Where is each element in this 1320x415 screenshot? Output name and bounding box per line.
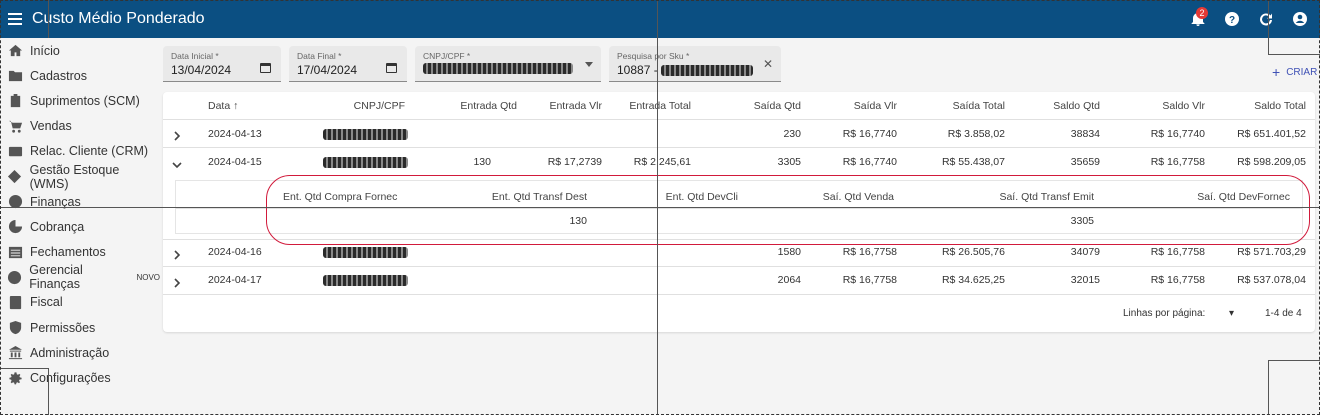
pie-icon <box>0 219 30 234</box>
clipboard-icon <box>0 93 30 108</box>
expand-row-icon[interactable] <box>172 275 182 288</box>
redacted-cnpj <box>323 157 408 168</box>
pagination-range: 1-4 de 4 <box>1265 308 1302 319</box>
collapse-row-icon[interactable] <box>172 157 182 169</box>
table-cell: 2024-04-13 <box>208 128 262 140</box>
calendar-icon[interactable] <box>260 63 271 73</box>
shield-icon <box>0 320 30 335</box>
svg-text:?: ? <box>1229 15 1235 26</box>
menu-icon[interactable] <box>0 0 30 38</box>
col-header-saldo-qtd[interactable]: Saldo Qtd <box>1053 100 1100 112</box>
filter-bar: Data Inicial * 13/04/2024 Data Final * 1… <box>163 46 781 82</box>
sidebar-item-fechamentos[interactable]: Fechamentos <box>0 240 160 265</box>
chevron-down-icon[interactable] <box>585 62 593 67</box>
expand-row-icon[interactable] <box>172 247 182 260</box>
guide-line <box>48 0 49 38</box>
guide-line <box>0 368 48 369</box>
bank-icon <box>0 345 30 360</box>
col-header-entrada-vlr[interactable]: Entrada Vlr <box>549 100 602 112</box>
col-header-saldo-vlr[interactable]: Saldo Vlr <box>1162 100 1205 112</box>
highlight-annotation <box>266 175 1310 245</box>
folder-icon <box>0 68 30 83</box>
sidebar-item-fiscal[interactable]: Fiscal <box>0 290 160 315</box>
list-icon <box>0 245 30 260</box>
data-final-field[interactable]: Data Final * 17/04/2024 <box>289 46 407 82</box>
sidebar: Início Cadastros Suprimentos (SCM) Venda… <box>0 38 160 415</box>
novo-badge: NOVO <box>136 272 160 282</box>
redacted-cnpj <box>323 129 408 140</box>
app-header: Custo Médio Ponderado 2 ? <box>0 0 1320 38</box>
chevron-down-icon: ▾ <box>1229 308 1235 319</box>
sidebar-item-gerencial-financas[interactable]: Gerencial Finanças NOVO <box>0 263 160 291</box>
guide-line <box>0 207 657 208</box>
book-icon <box>0 295 30 310</box>
guide-line <box>48 368 49 415</box>
guide-line <box>1268 54 1320 55</box>
col-header-saldo-total[interactable]: Saldo Total <box>1254 100 1306 112</box>
col-header-data[interactable]: Data ↑ <box>208 100 238 112</box>
sidebar-item-wms[interactable]: Gestão Estoque (WMS) <box>0 163 160 191</box>
bell-icon[interactable]: 2 <box>1186 7 1210 31</box>
col-header-entrada-qtd[interactable]: Entrada Qtd <box>460 100 517 112</box>
contact-card-icon <box>0 144 30 159</box>
guide-line <box>1268 360 1269 415</box>
gear-icon <box>0 371 30 386</box>
sidebar-item-cobranca[interactable]: Cobrança <box>0 214 160 239</box>
sidebar-item-configuracoes[interactable]: Configurações <box>0 365 160 390</box>
expand-row-icon[interactable] <box>172 128 182 141</box>
rows-per-page-select[interactable]: ▾ <box>1229 308 1234 319</box>
sidebar-item-administracao[interactable]: Administração <box>0 340 160 365</box>
col-header-saida-total[interactable]: Saída Total <box>953 100 1005 112</box>
redacted-cnpj <box>323 275 408 286</box>
account-icon[interactable] <box>1288 7 1312 31</box>
rows-per-page-label: Linhas por página: <box>1123 308 1206 319</box>
page-title: Custo Médio Ponderado <box>32 10 205 27</box>
redacted-cnpj <box>323 247 408 258</box>
notification-badge: 2 <box>1196 7 1208 19</box>
sidebar-item-suprimentos[interactable]: Suprimentos (SCM) <box>0 88 160 113</box>
guide-line <box>1268 0 1269 54</box>
refresh-icon[interactable] <box>1254 7 1278 31</box>
redacted-cnpj <box>423 63 573 74</box>
cart-icon <box>0 119 30 134</box>
col-header-saida-vlr[interactable]: Saída Vlr <box>854 100 897 112</box>
help-icon[interactable]: ? <box>1220 7 1244 31</box>
sidebar-item-permissoes[interactable]: Permissões <box>0 315 160 340</box>
guide-line <box>657 207 1320 208</box>
diamond-arrow-icon <box>0 169 30 184</box>
arrow-up-icon: ↑ <box>233 100 239 112</box>
clear-icon[interactable]: ✕ <box>763 57 773 71</box>
redacted-sku-name <box>661 64 754 76</box>
col-header-saida-qtd[interactable]: Saída Qtd <box>754 100 801 112</box>
sidebar-item-financas[interactable]: Finanças <box>0 189 160 214</box>
col-header-cnpj[interactable]: CNPJ/CPF <box>354 100 405 112</box>
sidebar-item-inicio[interactable]: Início <box>0 38 160 63</box>
col-header-entrada-total[interactable]: Entrada Total <box>629 100 691 112</box>
guide-line <box>1268 360 1320 361</box>
sidebar-item-crm[interactable]: Relac. Cliente (CRM) <box>0 139 160 164</box>
sidebar-item-cadastros[interactable]: Cadastros <box>0 63 160 88</box>
calendar-icon[interactable] <box>386 63 397 73</box>
data-inicial-field[interactable]: Data Inicial * 13/04/2024 <box>163 46 281 82</box>
sidebar-item-vendas[interactable]: Vendas <box>0 114 160 139</box>
dollar-icon <box>0 270 29 285</box>
home-icon <box>0 43 30 58</box>
plus-icon: + <box>1272 64 1281 80</box>
sku-search-field[interactable]: Pesquisa por Sku * 10887 - ✕ <box>609 46 781 82</box>
cnpj-select[interactable]: CNPJ/CPF * <box>415 46 601 82</box>
criar-button[interactable]: + CRIAR <box>1272 64 1317 80</box>
